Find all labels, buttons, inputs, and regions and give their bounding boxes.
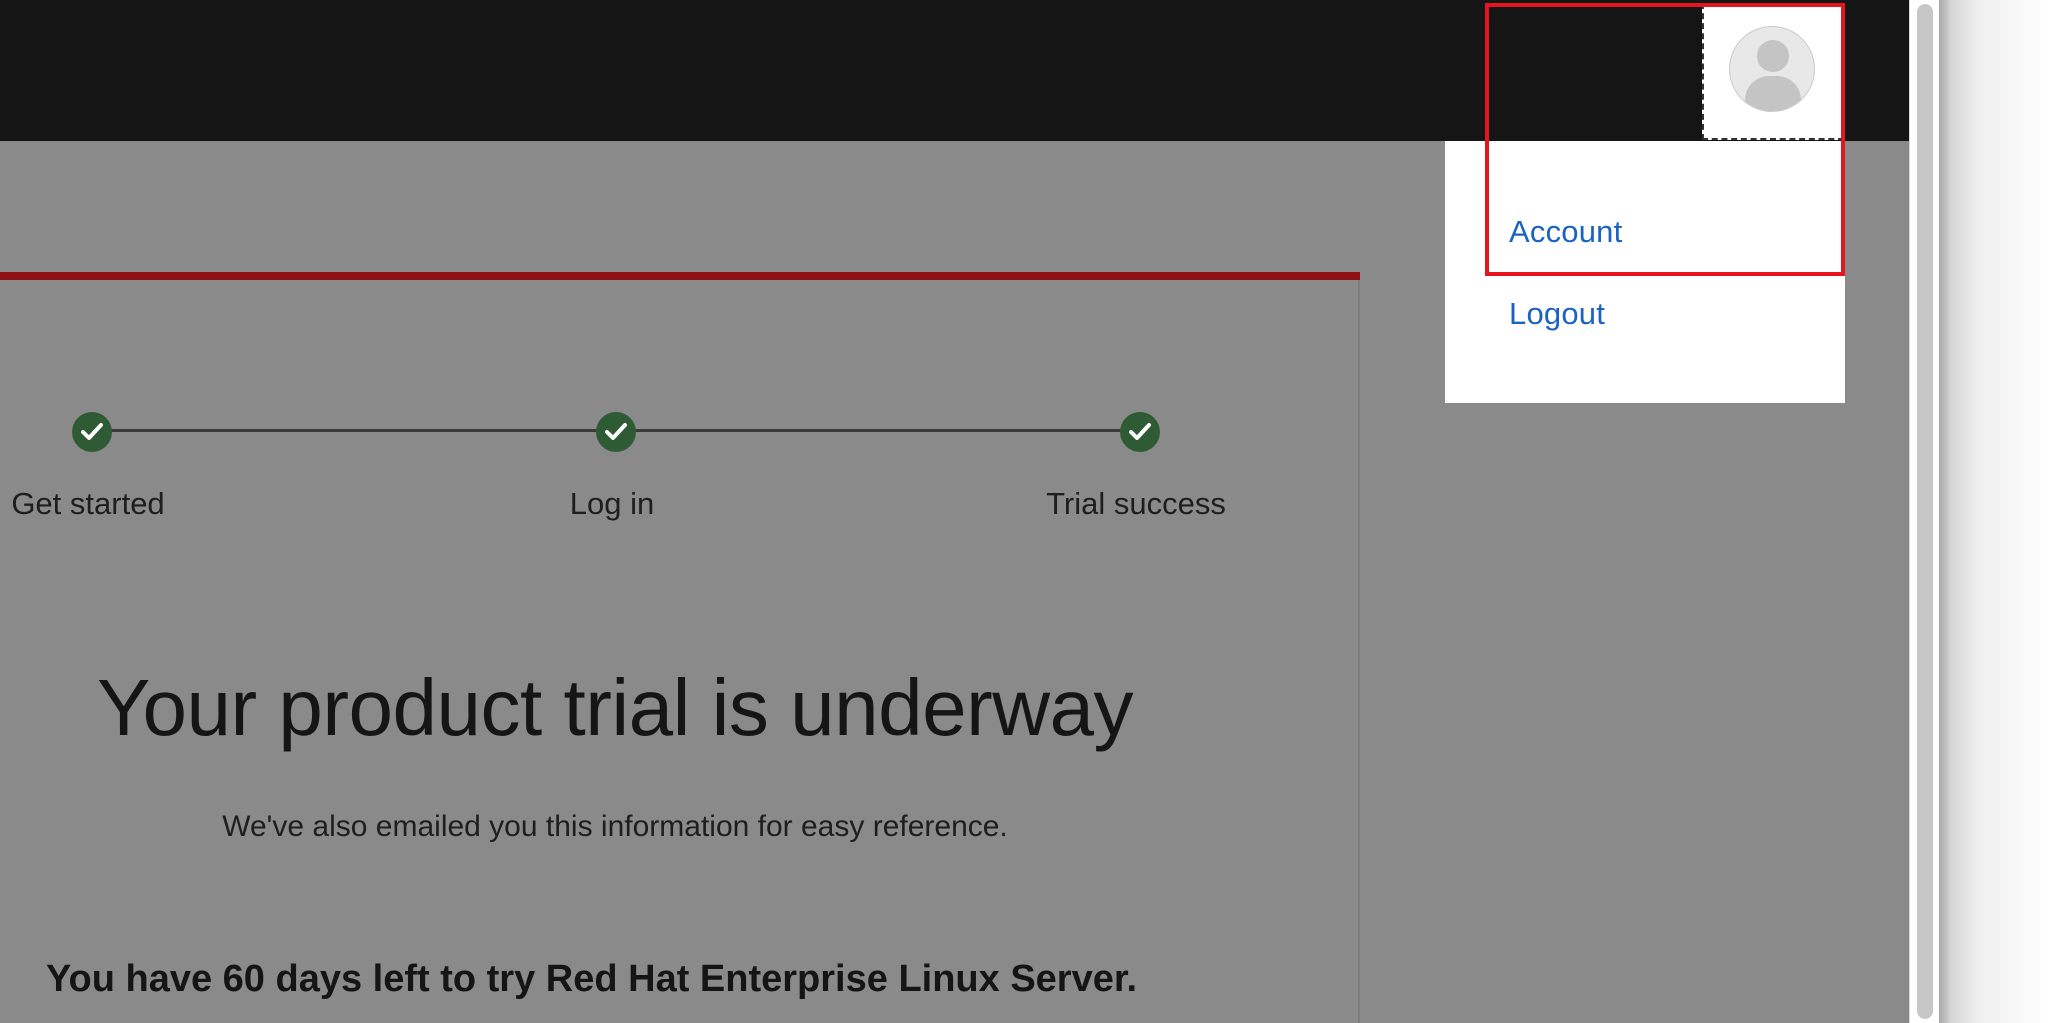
step-complete-check-icon — [1120, 412, 1160, 452]
step-label-get-started: Get started — [11, 486, 165, 521]
step-connector — [92, 429, 616, 432]
page-headline: Your product trial is underway — [97, 663, 1133, 752]
step-connector — [616, 429, 1140, 432]
step-complete-check-icon — [72, 412, 112, 452]
step-label-trial-success: Trial success — [1046, 486, 1226, 521]
progress-stepper: Get started Log in Trial success — [0, 272, 1360, 532]
scrollbar-thumb[interactable] — [1917, 4, 1933, 1019]
step-label-log-in: Log in — [569, 486, 655, 521]
trial-days-left: You have 60 days left to try Red Hat Ent… — [46, 958, 1138, 1000]
highlight-box — [1485, 3, 1845, 276]
step-complete-check-icon — [596, 412, 636, 452]
trial-card: Get started Log in Trial success Your pr… — [0, 272, 1360, 1023]
logout-menu-item[interactable]: Logout — [1509, 296, 1605, 332]
vertical-scrollbar[interactable] — [1909, 0, 1939, 1023]
window-shadow — [1939, 0, 2051, 1023]
email-note: We've also emailed you this information … — [222, 810, 1008, 843]
